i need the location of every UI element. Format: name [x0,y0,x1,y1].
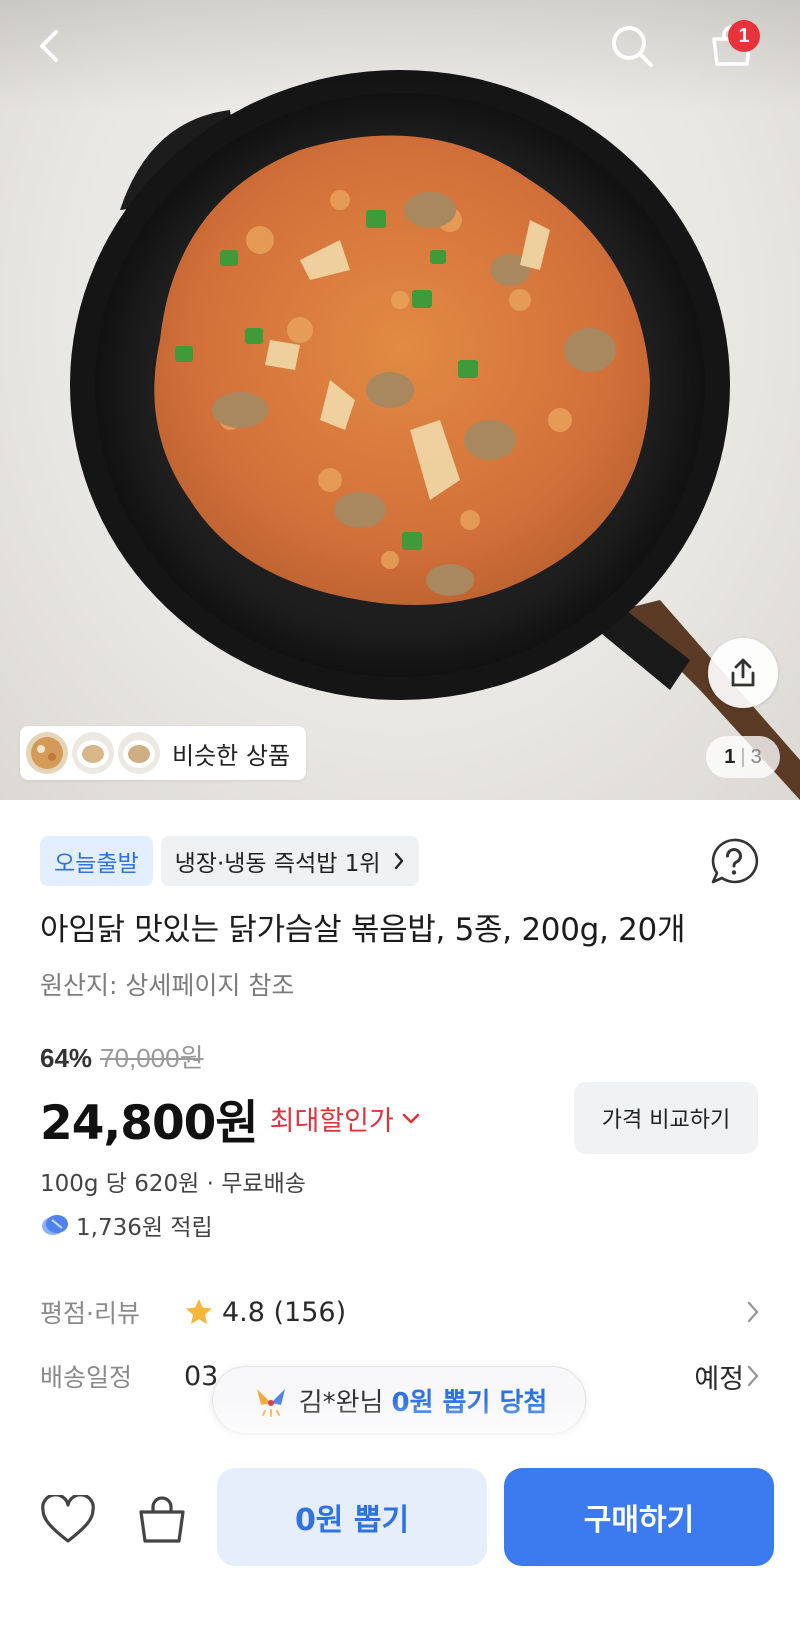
add-to-cart-button[interactable] [130,1488,194,1552]
product-title: 아임닭 맛있는 닭가슴살 볶음밥, 5종, 200g, 20개 [40,912,686,948]
rating-value: 4.8 (156) [222,1296,347,1328]
chevron-right-icon [747,1301,759,1323]
similar-thumbnail [118,732,160,774]
discount-rate: 64% [40,1043,93,1073]
unit-price-shipping: 100g 당 620원 · 무료배송 [40,1171,306,1197]
max-discount-label: 최대할인가 [269,1106,394,1137]
shopping-bag-icon [139,1496,185,1543]
points-coin-icon [42,1215,68,1235]
heart-icon [41,1495,95,1543]
image-counter: 1 | 3 [706,736,780,778]
wishlist-button[interactable] [36,1488,100,1552]
delivery-value-end: 예정 [694,1363,744,1395]
category-ranking-label: 냉장·냉동 즉석밥 1위 [174,851,381,877]
cart-button[interactable]: 1 [700,14,764,78]
similar-thumbnail [26,732,68,774]
price-compare-button[interactable]: 가격 비교하기 [574,1082,758,1154]
buy-now-button[interactable]: 구매하기 [504,1468,774,1566]
rating-label: 평점·리뷰 [40,1299,140,1328]
image-counter-total: 3 [750,745,762,768]
max-discount-toggle[interactable]: 최대할인가 [270,1099,420,1138]
chevron-down-icon [402,1113,420,1123]
sale-price: 24,800원 [40,1096,259,1151]
star-icon [186,1299,212,1324]
similar-products-label: 비슷한 상품 [172,741,291,770]
reward-points: 1,736원 적립 [40,1208,213,1242]
share-button[interactable] [708,638,778,708]
chevron-right-icon [747,1365,759,1387]
image-counter-current: 1 [724,745,736,768]
bottom-action-bar: 0원 뽑기 구매하기 [0,1450,800,1635]
help-icon[interactable] [708,836,760,888]
product-photo [70,70,800,800]
chevron-right-icon [394,852,403,870]
original-price: 70,000원 [100,1043,204,1073]
chevron-left-icon [40,30,58,62]
similar-products-button[interactable]: 비슷한 상품 [20,726,307,780]
search-icon [612,26,653,67]
share-icon [731,658,755,687]
delivery-value-start: 03 [184,1360,219,1392]
product-tags: 오늘출발 냉장·냉동 즉석밥 1위 [40,836,419,886]
delivery-label: 배송일정 [40,1363,133,1392]
search-button[interactable] [600,14,664,78]
rating-review-row[interactable]: 평점·리뷰 4.8 (156) [40,1292,760,1332]
category-ranking-link[interactable]: 냉장·냉동 즉석밥 1위 [160,836,419,886]
similar-thumbnail [72,732,114,774]
discount-row: 64% 70,000원 [40,1038,204,1075]
zero-won-draw-button[interactable]: 0원 뽑기 [217,1468,487,1566]
today-departure-badge: 오늘출발 [40,836,153,886]
back-button[interactable] [18,14,82,78]
reward-points-text: 1,736원 적립 [76,1215,213,1241]
product-image-gallery[interactable] [0,0,800,800]
origin-info: 원산지: 상세페이지 참조 [40,971,295,1000]
price-row: 24,800원 최대할인가 [40,1084,420,1153]
cart-count-badge: 1 [728,20,760,52]
